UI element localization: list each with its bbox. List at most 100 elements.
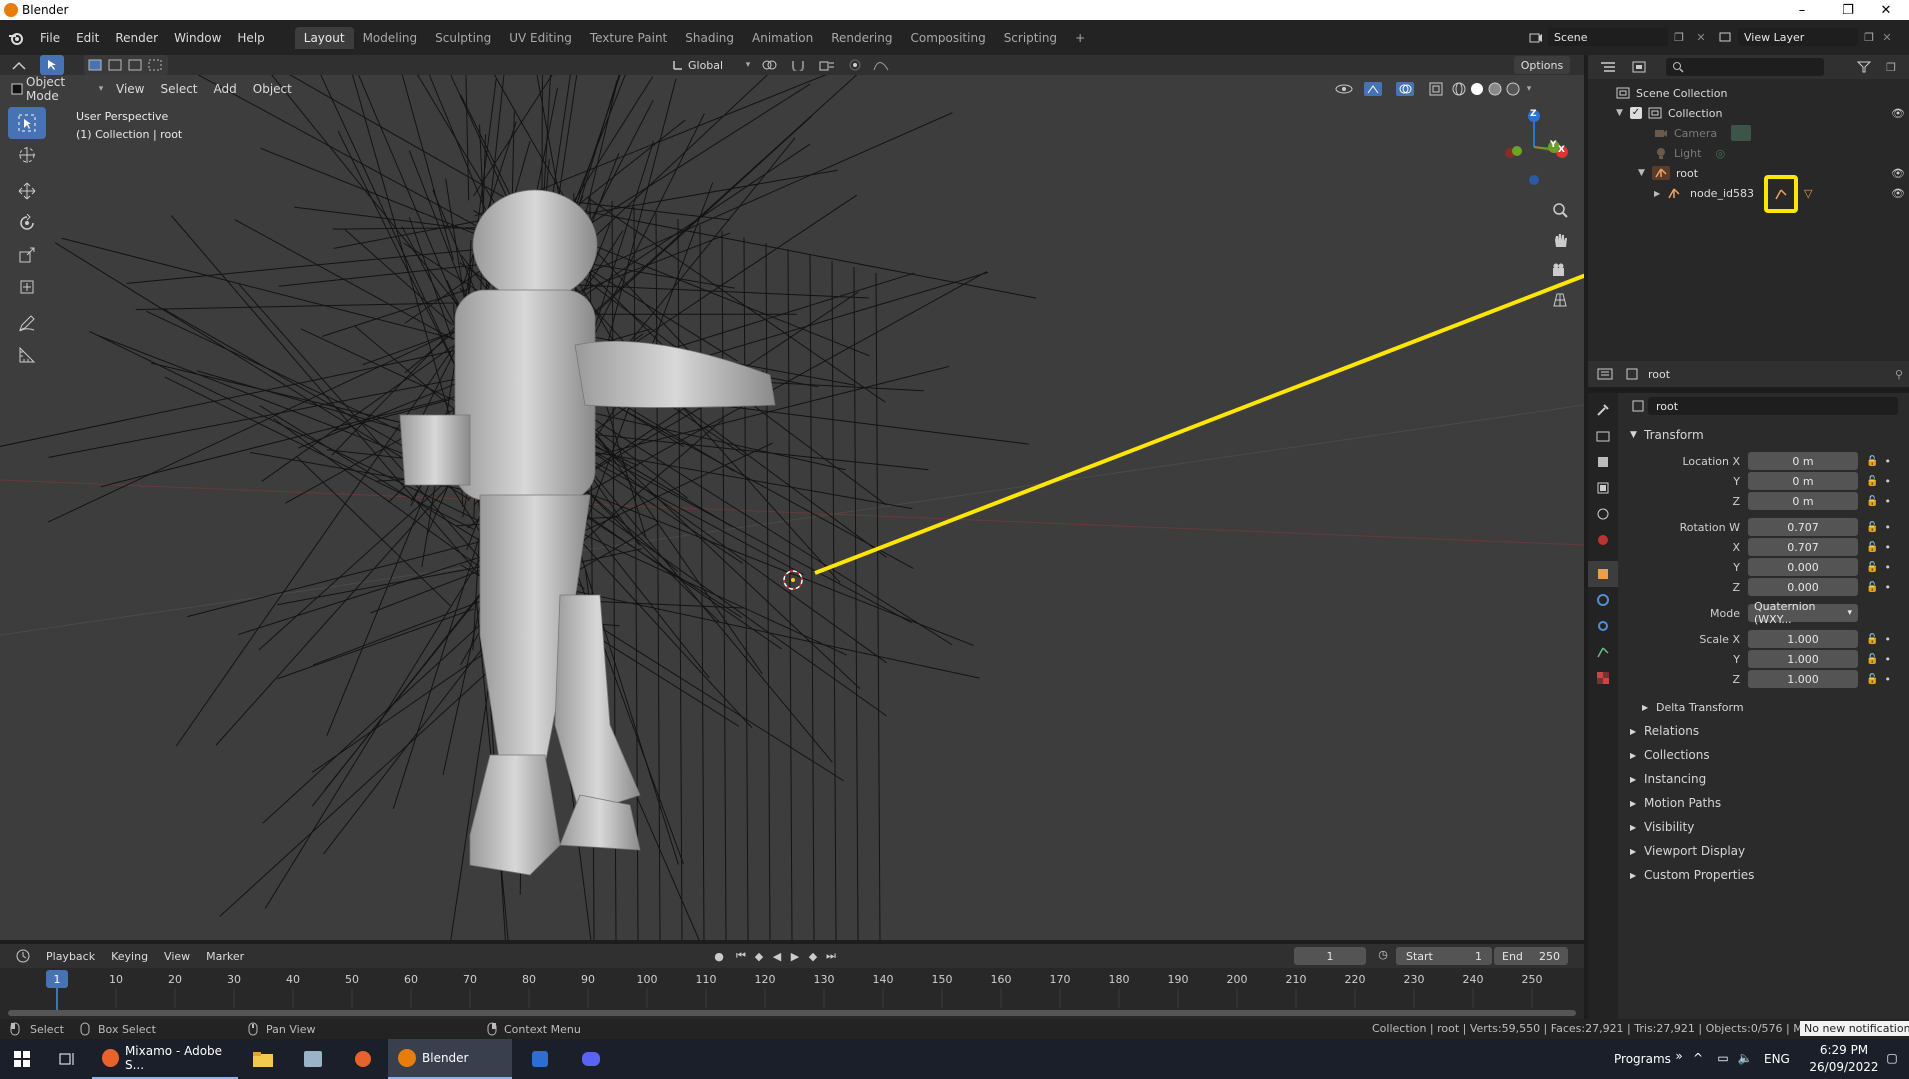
view-layer-field[interactable]: View Layer [1738,28,1858,46]
clock-icon[interactable]: ◷ [1374,948,1392,961]
rendered-shading-icon[interactable] [1504,82,1522,96]
editor-type-icon[interactable] [8,949,38,963]
remove-view-layer-icon[interactable]: ✕ [1880,31,1894,44]
lock-icon[interactable]: 🔓 [1866,582,1878,593]
display-mode-icon[interactable] [1622,61,1658,73]
scale-tool-icon[interactable] [8,239,46,271]
lock-icon[interactable]: 🔓 [1866,654,1878,665]
panel-relations[interactable]: ▶ Relations [1618,719,1909,743]
play-icon[interactable]: ▶ [786,950,804,963]
play-reverse-icon[interactable]: ◀ [768,950,786,963]
language-indicator[interactable]: ENG [1764,1052,1790,1066]
world-tab-icon[interactable] [1588,527,1618,553]
mode-dropdown[interactable]: Object Mode [26,75,94,103]
measure-tool-icon[interactable] [8,339,46,371]
lock-icon[interactable]: 🔓 [1866,542,1878,553]
outliner-item-camera[interactable]: Camera [1588,123,1909,143]
editor-type-icon[interactable] [1594,61,1622,73]
keyframe-dot-icon[interactable]: • [1884,653,1891,666]
pivot-point-icon[interactable] [754,59,784,71]
panel-collections[interactable]: ▶ Collections [1618,743,1909,767]
tab-shading[interactable]: Shading [676,27,743,49]
selection-mode-buttons[interactable] [84,55,168,75]
jump-start-icon[interactable]: ⏮ [732,949,750,963]
keyframe-dot-icon[interactable]: • [1884,581,1891,594]
menu-render[interactable]: Render [107,31,166,45]
object-tab-icon[interactable] [1588,561,1618,587]
eye-icon[interactable]: 👁 [1891,107,1905,120]
wireframe-shading-icon[interactable] [1450,82,1468,96]
view-layer-tab-icon[interactable] [1588,475,1618,501]
tab-rendering[interactable]: Rendering [822,27,901,49]
falloff-icon[interactable] [868,59,894,71]
filter-icon[interactable] [1846,61,1882,73]
panel-viewport-display[interactable]: ▶ Viewport Display [1618,839,1909,863]
scene-selector-icon[interactable] [1524,31,1548,43]
chevron-right-icon[interactable]: » [1672,1049,1686,1063]
current-frame-field[interactable]: 1 [1294,947,1366,965]
minimize-button[interactable]: – [1779,0,1825,20]
select-box-tool-icon[interactable] [8,107,46,139]
move-tool-icon[interactable] [8,175,46,207]
tab-scripting[interactable]: Scripting [995,27,1066,49]
lock-icon[interactable]: 🔓 [1866,674,1878,685]
transform-orientation-dropdown[interactable]: Global [688,59,742,72]
tab-layout[interactable]: Layout [294,26,354,49]
remove-scene-icon[interactable]: ✕ [1690,31,1712,44]
modifier-tab-icon[interactable] [1588,587,1618,613]
menu-add[interactable]: Add [206,82,245,96]
scale-x-field[interactable]: 1.000 [1748,630,1858,648]
chevron-up-icon[interactable]: ^ [1690,1051,1706,1065]
menu-marker[interactable]: Marker [198,950,252,963]
keyframe-dot-icon[interactable]: • [1884,541,1891,554]
tab-animation[interactable]: Animation [743,27,822,49]
solid-shading-icon[interactable] [1468,82,1486,96]
visibility-icon[interactable] [1330,83,1358,95]
menu-keying[interactable]: Keying [103,950,156,963]
action-center-icon[interactable]: ▢ [1882,1051,1902,1065]
app-icon[interactable] [512,1039,568,1079]
lock-icon[interactable]: 🔓 [1866,562,1878,573]
outliner-search-input[interactable] [1666,58,1824,76]
scale-z-field[interactable]: 1.000 [1748,670,1858,688]
disclosure-triangle-icon[interactable]: ▼ [1638,168,1652,178]
menu-object[interactable]: Object [245,82,300,96]
scale-y-field[interactable]: 1.000 [1748,650,1858,668]
next-keyframe-icon[interactable]: ◆ [804,950,822,963]
keyframe-dot-icon[interactable]: • [1884,561,1891,574]
menu-view[interactable]: View [156,950,198,963]
pan-hand-icon[interactable] [1548,225,1572,255]
navigation-gizmo[interactable]: Z Y X [1494,105,1574,185]
transform-panel-header[interactable]: ▼ Transform [1618,423,1909,447]
rotation-w-field[interactable]: 0.707 [1748,518,1858,536]
lock-icon[interactable]: 🔓 [1866,522,1878,533]
editor-type-icon[interactable] [0,59,40,71]
tab-texture-paint[interactable]: Texture Paint [581,27,676,49]
eye-icon[interactable]: 👁 [1891,167,1905,180]
camera-view-icon[interactable] [1548,255,1572,285]
snap-target-icon[interactable] [812,59,842,71]
menu-view[interactable]: View [108,82,152,96]
3d-viewport[interactable]: Object Mode ▾ View Select Add Object ▾ U… [0,75,1584,940]
view-layer-icon[interactable] [1712,31,1738,43]
menu-playback[interactable]: Playback [38,950,103,963]
options-dropdown[interactable]: Options [1514,56,1570,74]
cursor-tool-icon[interactable] [8,139,46,171]
tab-modeling[interactable]: Modeling [354,27,427,49]
editor-type-icon[interactable] [1588,368,1622,380]
lock-icon[interactable]: 🔓 [1866,634,1878,645]
xray-icon[interactable] [1422,82,1450,96]
close-button[interactable]: ✕ [1863,0,1909,20]
keyframe-dot-icon[interactable]: • [1884,521,1891,534]
disclosure-triangle-icon[interactable]: ▶ [1654,189,1666,198]
timeline-scrollbar[interactable] [8,1010,1576,1016]
pin-icon[interactable]: ⚲ [1895,368,1903,381]
add-workspace-button[interactable]: + [1066,27,1094,49]
rotation-y-field[interactable]: 0.000 [1748,558,1858,576]
scene-tab-icon[interactable] [1588,501,1618,527]
start-frame-field[interactable]: Start 1 [1396,947,1492,965]
menu-window[interactable]: Window [166,31,229,45]
timeline-ruler[interactable]: 10 20 30 40 50 60 70 80 90 100 110 120 130 140 150 160 1… [0,968,1584,1019]
outliner-item-collection[interactable]: ▼ ✓ Collection 👁 [1588,103,1909,123]
keyframe-dot-icon[interactable]: • [1884,495,1891,508]
